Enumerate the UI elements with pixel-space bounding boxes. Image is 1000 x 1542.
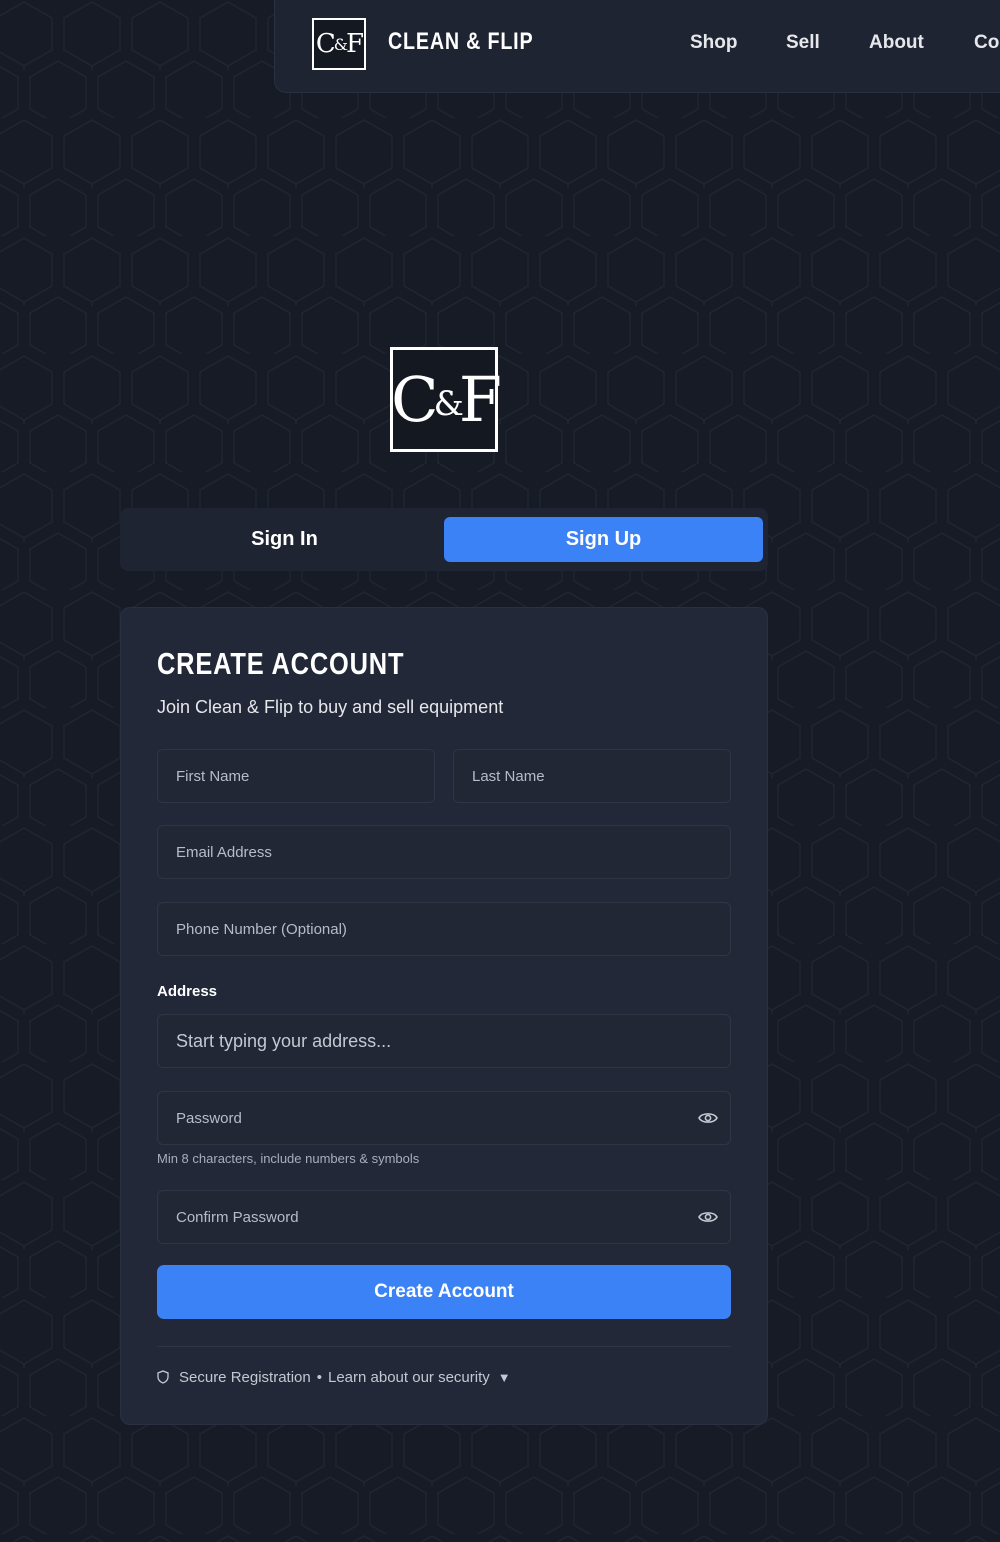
brand-name[interactable]: CLEAN & FLIP (388, 28, 533, 56)
auth-tabs: Sign In Sign Up (120, 508, 768, 571)
phone-field (157, 902, 731, 956)
nav-contact[interactable]: Contact (974, 32, 1000, 54)
divider (157, 1346, 731, 1347)
last-name-field (453, 749, 731, 803)
first-name-field (157, 749, 435, 803)
separator-dot: • (316, 1368, 322, 1386)
password-input[interactable] (158, 1092, 730, 1144)
nav-shop[interactable]: Shop (690, 32, 738, 54)
learn-security-link[interactable]: Learn about our security (328, 1369, 490, 1386)
tab-sign-up[interactable]: Sign Up (444, 517, 763, 562)
create-account-button[interactable]: Create Account (157, 1265, 731, 1319)
password-field (157, 1091, 731, 1145)
first-name-input[interactable] (158, 750, 434, 802)
secure-registration-info: Secure Registration • Learn about our se… (157, 1367, 511, 1387)
nav-about[interactable]: About (869, 32, 924, 54)
top-navigation-bar: C&F CLEAN & FLIP Shop Sell About Contact (274, 0, 1000, 93)
confirm-password-input[interactable] (158, 1191, 730, 1243)
form-title: CREATE ACCOUNT (157, 646, 405, 681)
shield-icon (157, 1370, 169, 1384)
email-field (157, 825, 731, 879)
nav-sell[interactable]: Sell (786, 32, 820, 54)
main-logo-mark: C&F (391, 362, 502, 436)
secure-registration-text: Secure Registration (179, 1368, 311, 1386)
caret-down-icon[interactable]: ▼ (498, 1370, 511, 1385)
eye-icon[interactable] (698, 1110, 718, 1126)
eye-icon[interactable] (698, 1209, 718, 1225)
header-logo-mark: C&F (315, 29, 364, 59)
address-field (157, 1014, 731, 1068)
last-name-input[interactable] (454, 750, 730, 802)
confirm-password-field (157, 1190, 731, 1244)
address-input[interactable] (158, 1015, 730, 1067)
create-account-card: CREATE ACCOUNT Join Clean & Flip to buy … (120, 607, 768, 1425)
email-input[interactable] (158, 826, 730, 878)
phone-input[interactable] (158, 903, 730, 955)
password-hint: Min 8 characters, include numbers & symb… (157, 1151, 420, 1166)
main-logo: C&F (390, 347, 502, 452)
tab-sign-in[interactable]: Sign In (125, 517, 444, 562)
form-subtitle: Join Clean & Flip to buy and sell equipm… (157, 697, 504, 717)
address-label: Address (157, 983, 218, 1000)
header-logo[interactable]: C&F (312, 18, 366, 70)
